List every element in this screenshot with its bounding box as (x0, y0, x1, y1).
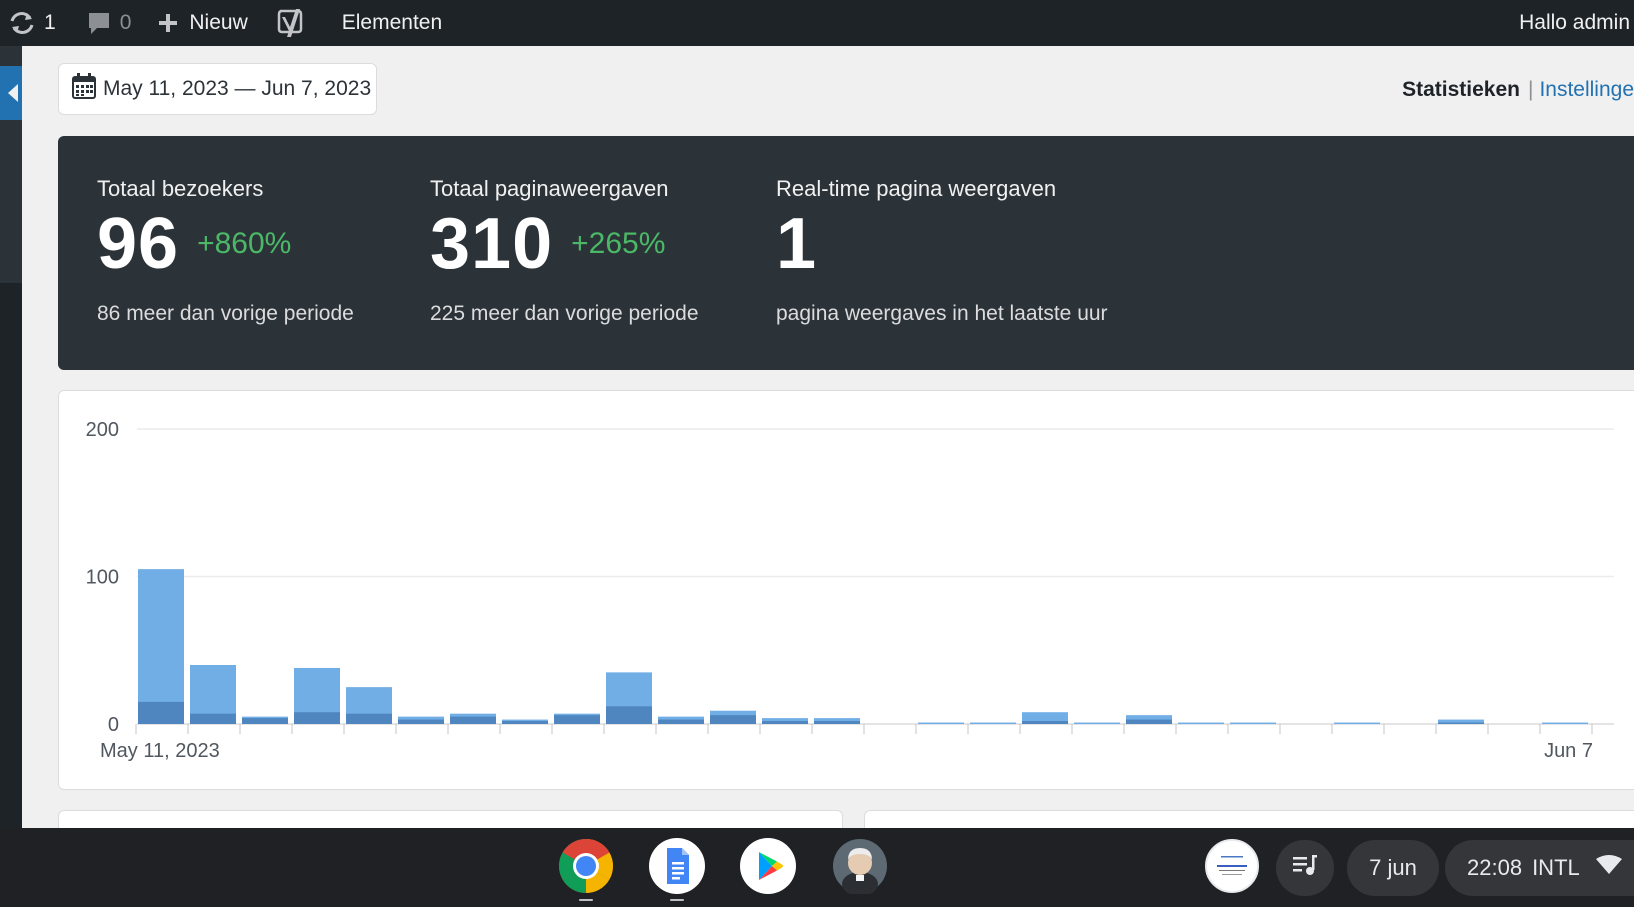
updates-button[interactable]: 1 (0, 0, 66, 46)
status-tray-button[interactable]: 22:08 INTL (1445, 840, 1634, 896)
pageviews-bar (1074, 722, 1120, 725)
active-menu-arrow-icon (8, 84, 18, 102)
visitors-label: Totaal bezoekers (97, 176, 264, 201)
visitors-bar (450, 716, 496, 724)
pageviews-comparison: 225 meer dan vorige periode (430, 302, 699, 325)
date-range-label: May 11, 2023 — Jun 7, 2023 (103, 77, 372, 100)
updates-count: 1 (44, 11, 56, 34)
stats-summary-panel: Totaal bezoekers 96 +860% 86 meer dan vo… (58, 136, 1634, 370)
my-account-menu[interactable]: Hallo admin (1519, 0, 1630, 46)
realtime-stat: Real-time pagina weergaven 1 pagina weer… (776, 176, 1108, 326)
y-tick-label: 100 (86, 567, 119, 589)
pageviews-bar (918, 722, 964, 725)
visitors-comparison: 86 meer dan vorige periode (97, 302, 354, 325)
page-tabs: Statistieken | Instellinge (1402, 78, 1634, 102)
pageviews-bar (1334, 722, 1380, 725)
y-tick-label: 200 (86, 419, 119, 441)
visitors-bar (710, 715, 756, 724)
visitors-bar (814, 721, 860, 724)
visitors-change: +860% (197, 227, 292, 260)
screenshot-preview-thumbnail[interactable] (1205, 839, 1259, 893)
pageviews-value: 310 (430, 204, 554, 284)
chrome-icon[interactable] (558, 838, 614, 894)
elements-menu-item[interactable]: Elementen (332, 0, 452, 46)
new-label: Nieuw (189, 11, 248, 34)
tab-settings[interactable]: Instellinge (1539, 78, 1634, 101)
pageviews-stat: Totaal paginaweergaven 310 +265% 225 mee… (430, 176, 699, 326)
date-range-picker[interactable]: May 11, 2023 — Jun 7, 2023 (58, 63, 377, 115)
visitors-bar (242, 718, 288, 724)
visitors-bar (502, 721, 548, 724)
pageviews-bar (970, 722, 1016, 725)
elements-label: Elementen (341, 11, 443, 34)
realtime-label: Real-time pagina weergaven (776, 176, 1057, 201)
calendar-date-button[interactable]: 7 jun (1347, 840, 1439, 896)
visitors-stat: Totaal bezoekers 96 +860% 86 meer dan vo… (97, 176, 354, 326)
visitors-bar (762, 721, 808, 724)
tab-statistics[interactable]: Statistieken (1402, 78, 1520, 101)
refresh-icon (8, 10, 36, 36)
visitors-value: 96 (97, 204, 180, 284)
visitors-bar (1438, 722, 1484, 725)
comment-bubble-icon (86, 10, 112, 36)
pageviews-label: Totaal paginaweergaven (430, 176, 669, 201)
pageviews-bar (1178, 722, 1224, 725)
admin-bar: 1 0 Nieuw Elementen Hallo admin (0, 0, 1634, 46)
tab-separator: | (1527, 78, 1534, 101)
chrome-running-indicator (579, 899, 593, 901)
visitors-bar (1126, 719, 1172, 724)
input-method-indicator: INTL (1532, 855, 1580, 880)
visitors-bar (554, 715, 600, 724)
media-controls-button[interactable] (1276, 840, 1334, 896)
x-start-label: May 11, 2023 (100, 740, 220, 762)
admin-side-menu (0, 46, 22, 828)
comments-button[interactable]: 0 (76, 0, 142, 46)
os-shelf: 7 jun 22:08 INTL (0, 828, 1634, 907)
visitors-bar (606, 706, 652, 724)
realtime-description: pagina weergaves in het laatste uur (776, 302, 1108, 325)
visitors-bar (190, 713, 236, 724)
yoast-seo-button[interactable] (266, 0, 314, 46)
docs-running-indicator (670, 899, 684, 901)
profile-avatar[interactable] (832, 838, 888, 896)
pageviews-bar (1542, 722, 1588, 725)
date-label: 7 jun (1369, 855, 1417, 880)
yoast-logo-icon (276, 7, 304, 39)
calendar-icon (71, 72, 97, 106)
pageviews-change: +265% (571, 227, 666, 260)
new-content-button[interactable]: Nieuw (147, 0, 257, 46)
pageviews-bar-chart: 0 100 200 May 11, 2023 Jun 7 (86, 419, 1614, 762)
greeting-text: Hallo admin (1519, 11, 1630, 34)
visitors-bar (658, 719, 704, 724)
visitors-bar (1022, 721, 1068, 724)
visitors-bar (138, 701, 184, 724)
visitors-bar (294, 712, 340, 724)
realtime-value: 1 (776, 204, 818, 284)
comments-count: 0 (119, 11, 132, 34)
pageviews-chart-card: 0 100 200 May 11, 2023 Jun 7 (58, 390, 1634, 790)
google-play-icon[interactable] (740, 838, 796, 894)
wifi-icon (1595, 855, 1622, 881)
google-docs-icon[interactable] (649, 838, 705, 894)
plus-icon (157, 12, 179, 34)
y-tick-label: 0 (108, 714, 119, 736)
clock-time: 22:08 (1467, 855, 1523, 880)
visitors-bar (398, 719, 444, 724)
x-end-label: Jun 7 (1544, 740, 1593, 762)
pageviews-bar (138, 569, 184, 724)
playlist-music-icon (1291, 853, 1319, 883)
visitors-bar (346, 713, 392, 724)
pageviews-bar (1230, 722, 1276, 725)
